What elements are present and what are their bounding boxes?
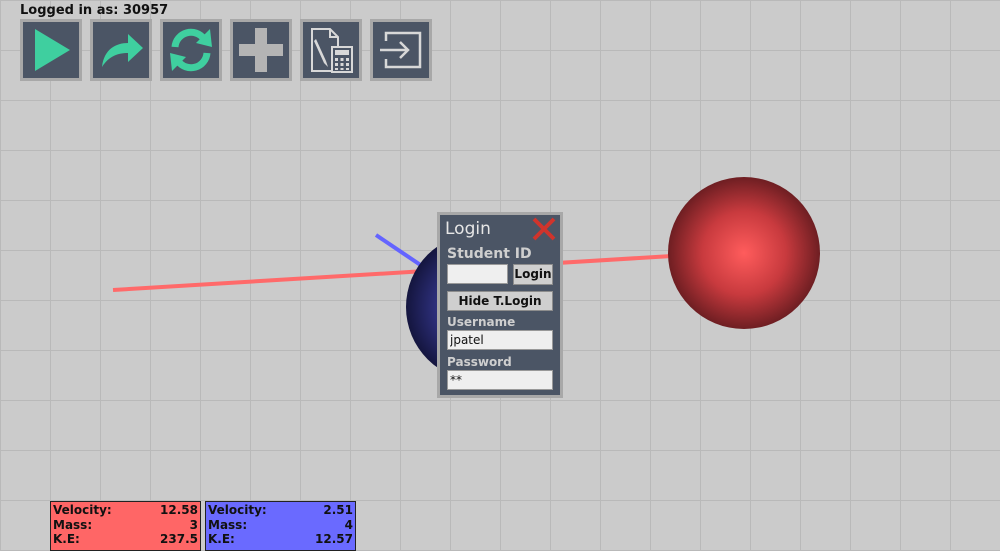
velocity-label: Velocity:: [53, 503, 112, 517]
velocity-row: Velocity: 2.51: [208, 503, 353, 518]
play-button[interactable]: [20, 19, 82, 81]
kinetic-energy-label: K.E:: [53, 532, 80, 546]
logout-button[interactable]: [370, 19, 432, 81]
mass-label: Mass:: [53, 517, 93, 532]
toolbar: [20, 19, 432, 81]
kinetic-energy-value: 237.5: [160, 532, 198, 546]
password-input[interactable]: [447, 370, 553, 390]
close-icon[interactable]: [531, 216, 557, 242]
kinetic-energy-value: 12.57: [315, 532, 353, 546]
kinetic-energy-row: K.E: 237.5: [53, 532, 198, 547]
plus-icon: [239, 28, 283, 72]
redo-arrow-icon: [102, 34, 143, 67]
kinetic-energy-label: K.E:: [208, 532, 235, 546]
mass-value: 3: [189, 517, 198, 532]
velocity-value: 12.58: [160, 503, 198, 517]
refresh-icon: [170, 28, 212, 72]
kinetic-energy-row: K.E: 12.57: [208, 532, 353, 547]
red-trail-line: [112, 254, 673, 292]
add-object-button[interactable]: [230, 19, 292, 81]
red-ball-stats: Velocity: 12.58 Mass: 3 K.E: 237.5: [50, 501, 201, 551]
login-status-text: Logged in as: 30957: [20, 3, 169, 18]
logout-icon: [380, 31, 422, 69]
velocity-row: Velocity: 12.58: [53, 503, 198, 518]
mass-row: Mass: 4: [208, 518, 353, 533]
velocity-label: Velocity:: [208, 503, 267, 517]
velocity-value: 2.51: [323, 503, 353, 517]
simulation-canvas[interactable]: Logged in as: 30957 Login Student ID Log…: [0, 0, 1000, 551]
username-input[interactable]: [447, 330, 553, 350]
mass-value: 4: [344, 517, 353, 532]
document-calculator-icon: [311, 28, 353, 73]
login-panel: Login Student ID Login Hide T.Login User…: [437, 212, 563, 398]
username-label: Username: [447, 315, 516, 329]
worksheet-button[interactable]: [300, 19, 362, 81]
student-id-label: Student ID: [447, 246, 532, 262]
step-forward-button[interactable]: [90, 19, 152, 81]
reset-button[interactable]: [160, 19, 222, 81]
play-icon: [35, 29, 70, 71]
login-panel-title: Login: [445, 219, 491, 239]
password-label: Password: [447, 355, 512, 369]
blue-velocity-line: [374, 233, 424, 268]
hide-teacher-login-button[interactable]: Hide T.Login: [447, 291, 553, 311]
student-id-input[interactable]: [447, 264, 508, 284]
mass-row: Mass: 3: [53, 518, 198, 533]
red-ball[interactable]: [668, 177, 820, 329]
login-button[interactable]: Login: [513, 264, 553, 285]
mass-label: Mass:: [208, 517, 248, 532]
blue-ball-stats: Velocity: 2.51 Mass: 4 K.E: 12.57: [205, 501, 356, 551]
